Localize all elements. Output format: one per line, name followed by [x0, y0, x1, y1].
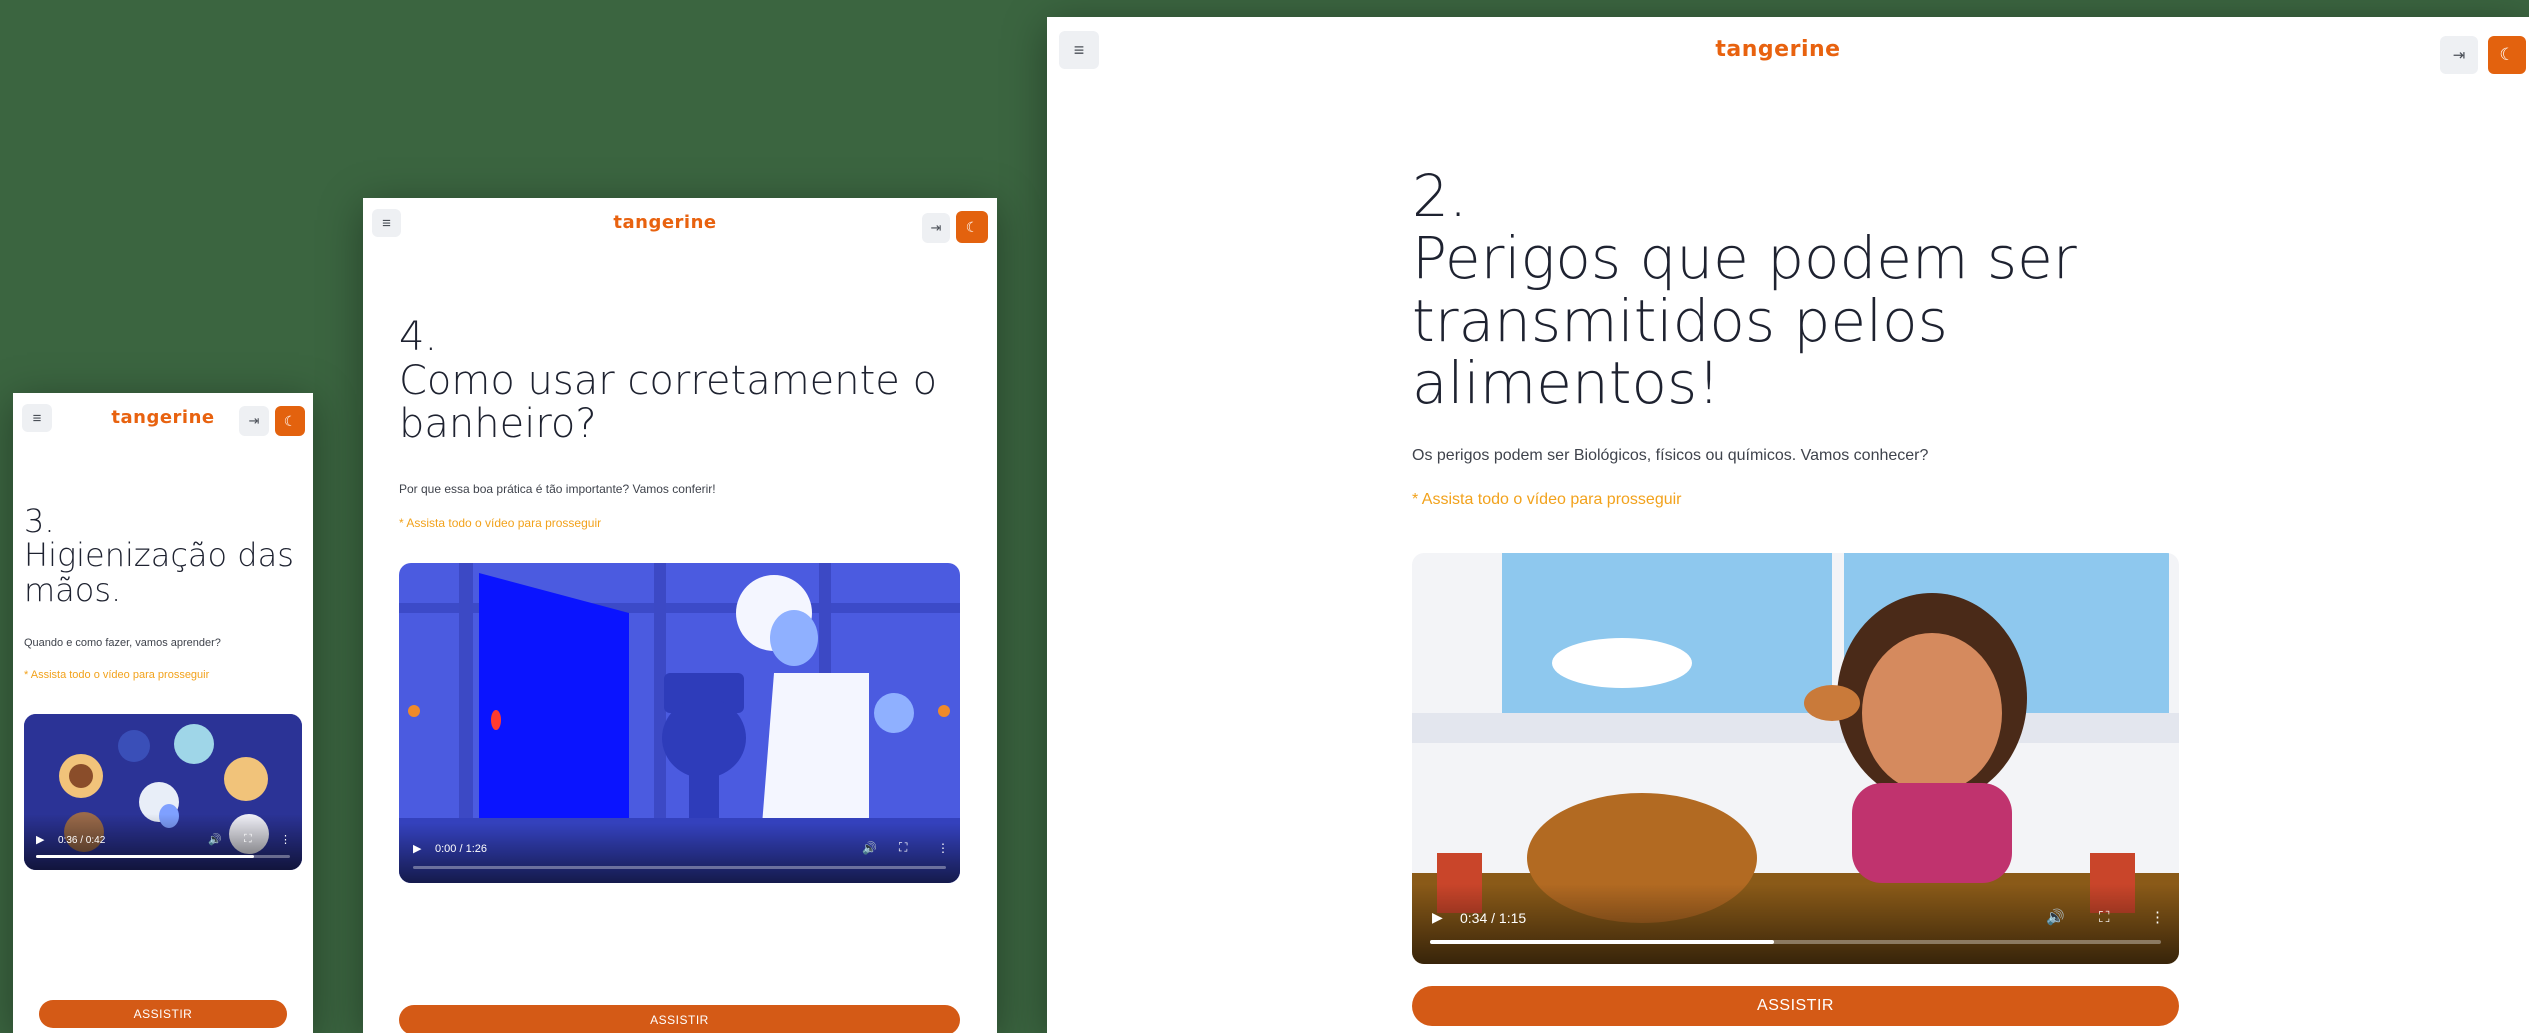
- moon-icon: ☾: [2499, 45, 2515, 64]
- mobile-screen-hand-hygiene: ≡ tangerine ⇥ ☾ 3. Higienização das mãos…: [13, 393, 313, 1033]
- play-icon: ▶: [413, 843, 422, 855]
- more-options-button[interactable]: ⋮: [2150, 908, 2165, 926]
- lesson-description: Os perigos podem ser Biológicos, físicos…: [1412, 447, 1929, 464]
- fullscreen-icon: ⛶: [899, 840, 908, 854]
- lesson-number: 3.: [24, 502, 55, 540]
- watch-note: * Assista todo o vídeo para prosseguir: [1412, 491, 1682, 508]
- lesson-title: Perigos que podem ser transmitidos pelos…: [1412, 224, 2077, 418]
- volume-button[interactable]: 🔊: [2046, 908, 2065, 926]
- volume-button[interactable]: 🔊: [862, 841, 877, 855]
- volume-icon: 🔊: [2046, 909, 2065, 926]
- login-icon: ⇥: [930, 220, 942, 235]
- play-button[interactable]: ▶: [413, 842, 421, 855]
- watch-button[interactable]: ASSISTIR: [1412, 986, 2179, 1026]
- more-vertical-icon: ⋮: [2150, 909, 2165, 926]
- more-vertical-icon: ⋮: [280, 834, 291, 846]
- brand-logo: tangerine: [1715, 37, 1841, 62]
- lesson-description: Quando e como fazer, vamos aprender?: [24, 637, 221, 649]
- lesson-title: Higienização das mãos.: [24, 536, 294, 609]
- watch-note: * Assista todo o vídeo para prosseguir: [399, 516, 602, 530]
- more-options-button[interactable]: ⋮: [280, 833, 291, 846]
- video-progress-fill: [1430, 940, 1774, 944]
- play-button[interactable]: ▶: [1432, 909, 1443, 926]
- play-icon: ▶: [36, 834, 45, 846]
- fullscreen-button[interactable]: ⛶: [244, 833, 252, 846]
- fullscreen-button[interactable]: ⛶: [899, 840, 907, 855]
- play-icon: ▶: [1432, 909, 1443, 925]
- volume-button[interactable]: 🔊: [208, 833, 222, 846]
- watch-note: * Assista todo o vídeo para prosseguir: [24, 669, 210, 681]
- watch-button[interactable]: ASSISTIR: [399, 1005, 960, 1033]
- video-progress-bar[interactable]: [36, 855, 290, 858]
- moon-icon: ☾: [965, 218, 979, 235]
- volume-icon: 🔊: [862, 841, 877, 855]
- desktop-screen-food-hazards: ≡ tangerine ⇥ ☾ 2. Perigos que podem ser…: [1047, 17, 2529, 1033]
- brand-logo: tangerine: [613, 212, 717, 233]
- login-button[interactable]: ⇥: [922, 213, 950, 243]
- login-icon: ⇥: [248, 413, 260, 428]
- play-button[interactable]: ▶: [36, 833, 44, 846]
- video-player[interactable]: ▶ 0:34 / 1:15 🔊 ⛶ ⋮: [1412, 553, 2179, 964]
- more-options-button[interactable]: ⋮: [937, 841, 949, 855]
- fullscreen-icon: ⛶: [2099, 909, 2110, 926]
- video-controls: ▶ 0:00 / 1:26 🔊 ⛶ ⋮: [399, 823, 960, 883]
- theme-toggle-button[interactable]: ☾: [275, 406, 305, 436]
- login-button[interactable]: ⇥: [239, 406, 269, 436]
- fullscreen-icon: ⛶: [244, 833, 252, 845]
- login-button[interactable]: ⇥: [2440, 36, 2478, 74]
- video-progress-fill: [36, 855, 255, 858]
- video-time: 0:00 / 1:26: [435, 843, 487, 855]
- video-time: 0:34 / 1:15: [1460, 910, 1527, 926]
- tablet-screen-bathroom: ≡ tangerine ⇥ ☾ 4. Como usar corretament…: [363, 198, 997, 1033]
- fullscreen-button[interactable]: ⛶: [2099, 909, 2110, 926]
- lesson-number: 2.: [1412, 162, 1468, 230]
- video-progress-bar[interactable]: [413, 866, 946, 869]
- lesson-description: Por que essa boa prática é tão important…: [399, 482, 716, 496]
- lesson-number: 4.: [399, 314, 438, 360]
- video-player[interactable]: ▶ 0:36 / 0:42 🔊 ⛶ ⋮: [24, 714, 302, 870]
- video-controls: ▶ 0:34 / 1:15 🔊 ⛶ ⋮: [1412, 884, 2179, 964]
- theme-toggle-button[interactable]: ☾: [2488, 36, 2526, 74]
- video-player[interactable]: ▶ 0:00 / 1:26 🔊 ⛶ ⋮: [399, 563, 960, 883]
- moon-icon: ☾: [283, 412, 297, 429]
- volume-icon: 🔊: [208, 834, 222, 846]
- watch-button[interactable]: ASSISTIR: [39, 1000, 287, 1028]
- video-controls: ▶ 0:36 / 0:42 🔊 ⛶ ⋮: [24, 814, 302, 870]
- lesson-title: Como usar corretamente o banheiro?: [399, 358, 938, 448]
- theme-toggle-button[interactable]: ☾: [956, 211, 988, 243]
- login-icon: ⇥: [2452, 47, 2466, 64]
- video-progress-bar[interactable]: [1430, 940, 2161, 944]
- video-time: 0:36 / 0:42: [58, 835, 106, 846]
- more-vertical-icon: ⋮: [937, 841, 949, 855]
